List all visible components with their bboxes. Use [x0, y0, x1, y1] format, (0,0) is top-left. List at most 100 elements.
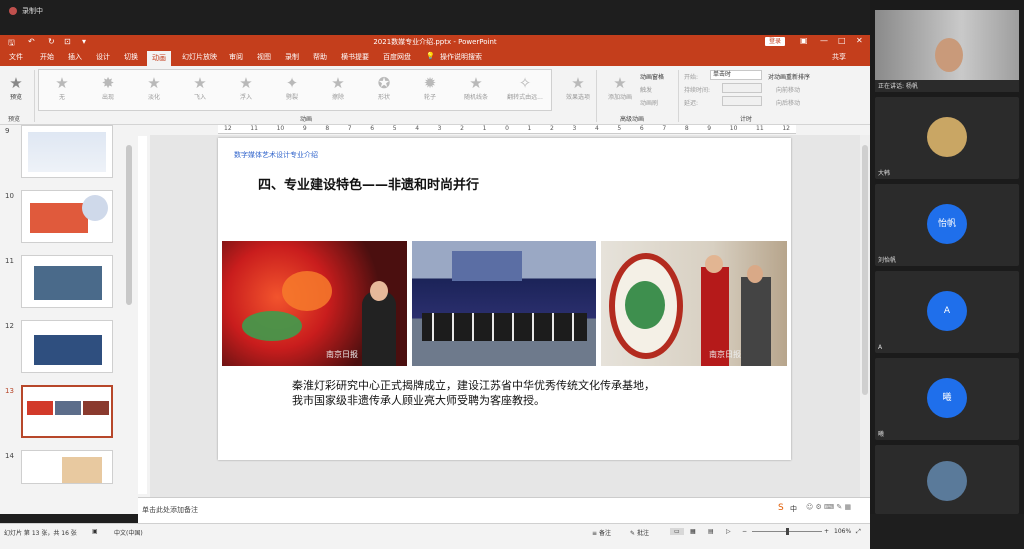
minimize-button[interactable]: — [820, 36, 828, 45]
tab-transitions[interactable]: 切换 [124, 52, 138, 62]
ime-mode[interactable]: 中 [790, 504, 797, 514]
language-indicator[interactable]: 中文(中国) [114, 528, 143, 537]
tab-animations[interactable]: 动画 [147, 51, 171, 66]
slide-thumbnail[interactable] [21, 190, 113, 243]
avatar: A [927, 291, 967, 331]
slide-thumbnail[interactable] [21, 125, 113, 178]
zoom-level[interactable]: 106% [834, 528, 851, 535]
slideshow-icon[interactable]: ▷ [726, 528, 731, 535]
zoom-in-button[interactable]: + [824, 528, 829, 535]
anim-fly-in[interactable]: ★ 飞入 [178, 75, 222, 109]
reading-view-icon[interactable]: ▤ [708, 528, 714, 535]
share-button[interactable]: 共享 [832, 52, 846, 62]
notes-toggle[interactable]: ≡ 备注 [592, 528, 611, 537]
star-icon: ✦ [285, 74, 299, 92]
tab-slideshow[interactable]: 幻灯片放映 [182, 52, 217, 62]
divider [596, 70, 597, 122]
slide-sorter-icon[interactable]: ▦ [690, 528, 696, 535]
anim-fade[interactable]: ★ 淡化 [132, 75, 176, 109]
tab-review[interactable]: 审阅 [229, 52, 243, 62]
thumb-number: 9 [5, 127, 10, 135]
anim-shape[interactable]: ✪ 形状 [362, 75, 406, 109]
slide-thumbnail[interactable] [21, 255, 113, 308]
participant-tile[interactable]: 曦 曦 [875, 358, 1019, 440]
ime-tools-icon[interactable]: ☺ ⚙ ⌨ ✎ ▦ [806, 503, 851, 511]
exhibit-photo[interactable]: 南京日报 [601, 241, 787, 366]
tab-help[interactable]: 帮助 [313, 52, 327, 62]
maximize-button[interactable]: □ [838, 36, 846, 45]
ceremony-photo[interactable] [412, 241, 596, 366]
slide-scrollbar[interactable] [860, 135, 870, 497]
anim-none[interactable]: ★ 无 [40, 75, 84, 109]
comments-toggle[interactable]: ✎ 批注 [630, 528, 649, 537]
star-icon: ✪ [377, 74, 391, 92]
ruler-tick: 3 [572, 125, 577, 132]
speaker-video [935, 38, 963, 72]
zoom-slider[interactable] [752, 528, 822, 535]
tab-record[interactable]: 录制 [285, 52, 299, 62]
slide-thumbnail-selected[interactable] [21, 385, 113, 438]
notes-pane[interactable]: 单击此处添加备注 S 中 ☺ ⚙ ⌨ ✎ ▦ [138, 497, 870, 523]
title-bar: 🖫 ↶ ↻ ⊡ ▾ 2021数媒专业介绍.pptx - PowerPoint 登… [0, 35, 870, 49]
trigger-button[interactable]: 触发 [640, 85, 652, 94]
login-button[interactable]: 登录 [765, 37, 786, 46]
preview-button[interactable]: ★ 预览 [0, 75, 32, 109]
slide-thumbnail[interactable] [21, 320, 113, 373]
participant-tile[interactable]: 怡帆 刘怡帆 [875, 184, 1019, 266]
animation-painter-button[interactable]: 动画刷 [640, 98, 658, 107]
start-select[interactable]: 单击时 [710, 70, 762, 80]
spellcheck-icon[interactable]: ▣ [92, 528, 98, 535]
divider [678, 70, 679, 122]
ruler-tick: 5 [617, 125, 622, 132]
move-later-button[interactable]: 向后移动 [776, 98, 800, 107]
slide-headline[interactable]: 四、专业建设特色——非遗和时尚并行 [258, 174, 479, 193]
close-button[interactable]: ✕ [856, 36, 863, 45]
add-animation-button[interactable]: ★ 添加动画 [598, 75, 642, 109]
ime-logo-icon: S [778, 503, 784, 513]
duration-label: 持续时间: [684, 87, 711, 94]
caption-line-1: 秦淮灯彩研究中心正式揭牌成立，建设江苏省中华优秀传统文化传承基地， [292, 379, 655, 392]
normal-view-icon[interactable]: ▭ [670, 528, 684, 535]
star-icon: ★ [613, 74, 627, 92]
duration-input[interactable] [722, 83, 762, 93]
star-icon: ★ [331, 74, 345, 92]
slide-caption[interactable]: 秦淮灯彩研究中心正式揭牌成立，建设江苏省中华优秀传统文化传承基地， 我市国家级非… [292, 378, 732, 408]
slide-thumbnail[interactable] [21, 450, 113, 484]
tab-baidu[interactable]: 百度网盘 [383, 52, 411, 62]
star-icon: ✸ [101, 74, 115, 92]
participant-tile[interactable]: 大韩 [875, 97, 1019, 179]
fit-slide-icon[interactable]: ⤢ [856, 528, 861, 536]
star-icon: ★ [239, 74, 253, 92]
effect-options-button[interactable]: ★ 效果选项 [556, 75, 600, 109]
tab-view[interactable]: 视图 [257, 52, 271, 62]
tab-home[interactable]: 开始 [40, 52, 54, 62]
avatar [927, 117, 967, 157]
tab-outline[interactable]: 横书提要 [341, 52, 369, 62]
participant-tile[interactable]: A A [875, 271, 1019, 353]
anim-appear[interactable]: ✸ 出现 [86, 75, 130, 109]
thumbnail-scrollbar[interactable] [126, 145, 132, 305]
move-earlier-button[interactable]: 向前移动 [776, 85, 800, 94]
anim-split[interactable]: ✦ 劈裂 [270, 75, 314, 109]
tab-file[interactable]: 文件 [9, 52, 23, 62]
delay-input[interactable] [722, 96, 762, 106]
preview-group-label: 预览 [8, 116, 21, 123]
zoom-out-button[interactable]: − [742, 528, 747, 535]
anim-wipe[interactable]: ★ 擦除 [316, 75, 360, 109]
avatar: 曦 [927, 378, 967, 418]
slide-canvas[interactable]: 数字媒体艺术设计专业介绍 四、专业建设特色——非遗和时尚并行 南京日报 南京日报… [218, 138, 791, 460]
tab-insert[interactable]: 插入 [68, 52, 82, 62]
lightbulb-icon: 💡 [426, 52, 435, 60]
anim-wheel[interactable]: ✹ 轮子 [408, 75, 452, 109]
tab-design[interactable]: 设计 [96, 52, 110, 62]
ribbon-display-icon[interactable]: ▣ [800, 36, 808, 45]
anim-random-bars[interactable]: ★ 随机线条 [454, 75, 498, 109]
anim-float-in[interactable]: ★ 浮入 [224, 75, 268, 109]
ruler-tick: 4 [415, 125, 420, 132]
anim-grow-turn[interactable]: ✧ 翻转式由远... [500, 75, 550, 109]
participant-tile[interactable] [875, 445, 1019, 514]
participant-tile[interactable]: 正在讲话: 杨帆 [875, 10, 1019, 92]
lantern-photo[interactable]: 南京日报 [222, 241, 407, 366]
animation-pane-button[interactable]: 动画窗格 [640, 72, 664, 81]
tell-me-search[interactable]: 操作说明搜索 [440, 52, 482, 62]
